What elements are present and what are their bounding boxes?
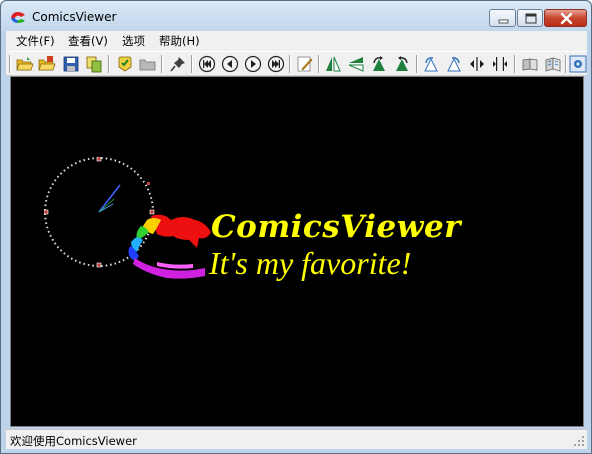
close-button[interactable] bbox=[544, 9, 587, 27]
resize-grip-icon[interactable] bbox=[573, 435, 585, 447]
save-icon[interactable] bbox=[62, 55, 80, 73]
logo-title: ComicsViewer bbox=[211, 209, 462, 245]
toolbar-separator bbox=[514, 55, 516, 73]
toolbar bbox=[6, 51, 587, 76]
logo-tagline: It's my favorite! bbox=[209, 245, 412, 281]
maximize-button[interactable] bbox=[517, 9, 543, 27]
minimize-button[interactable] bbox=[489, 9, 516, 27]
favorite-icon[interactable] bbox=[116, 55, 134, 73]
double-page-icon[interactable] bbox=[544, 55, 562, 73]
rotate-right-alt-icon[interactable] bbox=[445, 55, 463, 73]
copy-icon[interactable] bbox=[85, 55, 103, 73]
previous-page-icon[interactable] bbox=[221, 55, 239, 73]
rotate-right-icon[interactable] bbox=[393, 55, 411, 73]
menu-view[interactable]: 查看(V) bbox=[68, 33, 108, 49]
rainbow-logo-icon bbox=[128, 214, 211, 279]
status-bar: 欢迎使用ComicsViewer bbox=[6, 429, 587, 449]
menu-file[interactable]: 文件(F) bbox=[16, 33, 55, 49]
fit-height-icon[interactable] bbox=[491, 55, 509, 73]
app-window: ComicsViewer 文件(F) 查看(V) 选项 帮助(H) Comics… bbox=[0, 0, 592, 454]
edit-icon[interactable] bbox=[296, 55, 314, 73]
next-page-icon[interactable] bbox=[244, 55, 262, 73]
menu-bar: 文件(F) 查看(V) 选项 帮助(H) bbox=[6, 31, 587, 51]
toolbar-separator bbox=[416, 55, 418, 73]
toolbar-separator bbox=[108, 55, 110, 73]
toolbar-separator bbox=[289, 55, 291, 73]
toolbar-separator bbox=[191, 55, 193, 73]
browse-folder-icon[interactable] bbox=[139, 55, 157, 73]
rotate-left-alt-icon[interactable] bbox=[422, 55, 440, 73]
first-page-icon[interactable] bbox=[198, 55, 216, 73]
toolbar-separator bbox=[318, 55, 320, 73]
menu-options[interactable]: 选项 bbox=[122, 33, 145, 49]
image-viewer[interactable]: ComicsViewer It's my favorite! bbox=[10, 76, 584, 427]
single-page-icon[interactable] bbox=[521, 55, 539, 73]
app-logo-icon bbox=[9, 9, 27, 25]
pin-icon[interactable] bbox=[169, 55, 187, 73]
toolbar-grip bbox=[9, 55, 11, 73]
close-icon bbox=[560, 12, 573, 25]
flip-vertical-icon[interactable] bbox=[347, 55, 365, 73]
flip-horizontal-icon[interactable] bbox=[324, 55, 342, 73]
rotate-left-icon[interactable] bbox=[370, 55, 388, 73]
toolbar-separator bbox=[161, 55, 163, 73]
last-page-icon[interactable] bbox=[267, 55, 285, 73]
fit-width-icon[interactable] bbox=[468, 55, 486, 73]
minimize-icon bbox=[498, 19, 509, 24]
menu-help[interactable]: 帮助(H) bbox=[159, 33, 200, 49]
title-bar[interactable]: ComicsViewer bbox=[1, 1, 591, 31]
toolbar-separator bbox=[565, 55, 567, 73]
status-text: 欢迎使用ComicsViewer bbox=[10, 434, 137, 448]
maximize-icon bbox=[525, 13, 537, 24]
window-title: ComicsViewer bbox=[32, 10, 117, 24]
open-archive-folder-icon[interactable] bbox=[38, 55, 56, 73]
settings-icon[interactable] bbox=[569, 55, 587, 73]
open-folder-icon[interactable] bbox=[16, 55, 34, 73]
